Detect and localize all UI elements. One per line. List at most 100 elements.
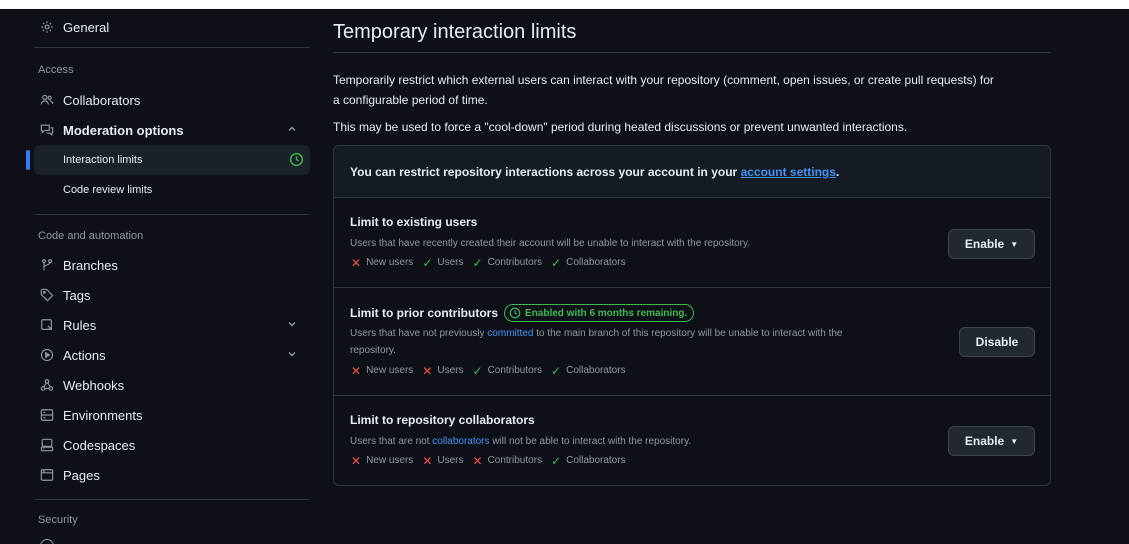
chevron-up-icon[interactable] — [286, 123, 298, 135]
x-icon: ✕ — [351, 255, 362, 270]
desc-text: Users that have not previously — [350, 328, 488, 339]
server-icon — [39, 407, 55, 423]
sidebar-item-code-review-limits[interactable]: Code review limits — [34, 175, 310, 205]
clock-icon — [289, 152, 304, 167]
sidebar-divider — [34, 214, 310, 215]
enable-button[interactable]: Enable ▼ — [948, 426, 1035, 456]
browser-icon — [39, 467, 55, 483]
permission-item: ✕ New users — [351, 363, 414, 378]
button-label: Enable — [964, 434, 1005, 448]
committed-link[interactable]: committed — [487, 328, 533, 339]
permission-item: ✓ Users — [422, 255, 463, 270]
limit-row-prior-contributors: Limit to prior contributors Enabled with… — [334, 288, 1050, 395]
permission-label: New users — [366, 455, 414, 466]
sidebar-item-label: Code review limits — [63, 184, 153, 196]
settings-sidebar: General Access Collaborators Moderation … — [26, 9, 310, 544]
limit-description: Users that are not collaborators will no… — [350, 433, 691, 450]
permission-label: Users — [437, 365, 464, 376]
account-settings-link[interactable]: account settings — [741, 165, 836, 179]
permission-label: Contributors — [487, 365, 543, 376]
notice-suffix: . — [835, 164, 840, 179]
interaction-limits-box: You can restrict repository interactions… — [333, 145, 1051, 486]
permission-label: New users — [366, 257, 414, 268]
permission-label: Collaborators — [566, 365, 626, 376]
sidebar-item-pages[interactable]: Pages — [28, 460, 310, 490]
desc-text: will not be able to interact with the re… — [489, 436, 692, 447]
permission-list: ✕ New users ✕ Users ✓ Contributors ✓ Collabo… — [351, 363, 635, 378]
sidebar-heading-access: Access — [38, 64, 74, 76]
security-item-icon — [40, 539, 54, 544]
permission-label: New users — [366, 365, 414, 376]
permission-label: Contributors — [487, 257, 543, 268]
sidebar-item-label: Collaborators — [63, 92, 141, 108]
description-line: a configurable period of time. — [333, 93, 488, 107]
sidebar-item-collaborators[interactable]: Collaborators — [28, 85, 310, 115]
permission-item: ✓ Collaborators — [551, 363, 626, 378]
permission-list: ✕ New users ✓ Users ✓ Contributors ✓ Collabo… — [351, 255, 635, 270]
sidebar-item-general[interactable]: General — [28, 12, 310, 42]
triangle-down-icon: ▼ — [1010, 239, 1019, 249]
permission-item: ✕ Contributors — [472, 453, 543, 468]
limit-title: Limit to repository collaborators — [350, 413, 535, 427]
sidebar-item-label: Moderation options — [63, 122, 184, 138]
sidebar-item-rules[interactable]: Rules — [28, 310, 310, 340]
permission-label: Collaborators — [566, 257, 626, 268]
sidebar-divider — [34, 499, 310, 500]
sidebar-item-label: Environments — [63, 407, 143, 423]
sidebar-item-webhooks[interactable]: Webhooks — [28, 370, 310, 400]
collaborators-link[interactable]: collaborators — [432, 436, 489, 447]
git-branch-icon — [39, 257, 55, 273]
title-divider — [333, 52, 1051, 53]
sidebar-item-label: Interaction limits — [63, 154, 143, 166]
play-icon — [39, 347, 55, 363]
check-icon: ✓ — [422, 255, 433, 270]
sidebar-item-tags[interactable]: Tags — [28, 280, 310, 310]
check-icon: ✓ — [551, 363, 562, 378]
sidebar-item-branches[interactable]: Branches — [28, 250, 310, 280]
desc-text: repository. — [350, 345, 396, 356]
sidebar-item-label: General — [63, 19, 110, 35]
permission-list: ✕ New users ✕ Users ✕ Contributors ✓ Collabo… — [351, 453, 635, 468]
permission-item: ✕ New users — [351, 255, 414, 270]
clock-icon — [509, 307, 521, 319]
sidebar-item-codespaces[interactable]: Codespaces — [28, 430, 310, 460]
limit-title: Limit to prior contributors — [350, 306, 498, 320]
chevron-down-icon[interactable] — [286, 318, 298, 330]
chevron-down-icon[interactable] — [286, 348, 298, 360]
limit-title-wrap: Limit to prior contributors Enabled with… — [350, 304, 695, 322]
notice-text: You can restrict repository interactions… — [350, 164, 741, 179]
enable-button[interactable]: Enable ▼ — [948, 229, 1035, 259]
tag-icon — [39, 287, 55, 303]
permission-item: ✓ Collaborators — [551, 455, 626, 467]
limit-description: Users that have recently created their a… — [350, 238, 751, 249]
x-icon: ✕ — [422, 453, 433, 468]
x-icon: ✕ — [472, 453, 483, 468]
check-icon: ✓ — [472, 255, 483, 270]
sidebar-item-label: Tags — [63, 287, 91, 303]
permission-item: ✓ Contributors — [473, 365, 543, 377]
account-settings-notice: You can restrict repository interactions… — [334, 146, 1050, 198]
sidebar-item-interaction-limits[interactable]: Interaction limits — [34, 145, 310, 175]
disable-button[interactable]: Disable — [959, 327, 1035, 357]
limit-description: Users that have not previously committed… — [350, 325, 930, 359]
permission-item: ✕ New users — [351, 455, 414, 467]
sidebar-item-actions[interactable]: Actions — [28, 340, 310, 370]
page-title: Temporary interaction limits — [333, 21, 577, 43]
webhook-icon — [39, 377, 55, 393]
sidebar-item-environments[interactable]: Environments — [28, 400, 310, 430]
x-icon: ✕ — [351, 363, 362, 378]
permission-item: ✓ Collaborators — [551, 255, 626, 270]
permission-item: ✕ Users — [422, 365, 464, 377]
sidebar-item-label: Pages — [63, 467, 100, 483]
sidebar-item-moderation-options[interactable]: Moderation options — [28, 115, 310, 145]
badge-label: Enabled with 6 months remaining. — [525, 307, 688, 319]
page-description-secondary: This may be used to force a "cool-down" … — [333, 120, 908, 134]
gear-icon — [39, 19, 55, 35]
permission-item: ✕ Users — [422, 453, 464, 468]
limit-row-existing-users: Limit to existing users Users that have … — [334, 198, 1050, 287]
sidebar-heading-code: Code and automation — [38, 230, 144, 242]
check-icon: ✓ — [551, 255, 562, 270]
sidebar-divider — [34, 47, 310, 48]
limit-title: Limit to existing users — [350, 215, 478, 229]
permission-label: Users — [437, 455, 464, 466]
